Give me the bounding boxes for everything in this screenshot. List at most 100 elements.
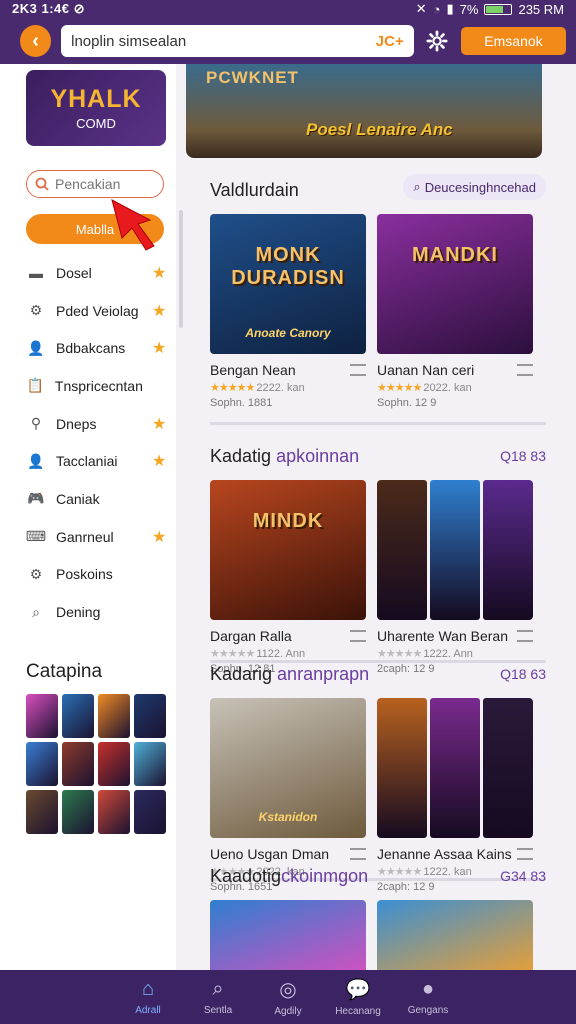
search-icon: ⌕ xyxy=(212,978,224,1000)
rating-text: 2022. kan xyxy=(423,382,472,394)
menu-icon[interactable] xyxy=(517,630,533,642)
game-title-text: Bengan Nean xyxy=(210,362,296,378)
battery-icon xyxy=(484,3,513,15)
nav-item[interactable]: 💬 Hecanang xyxy=(323,970,393,1024)
section-filter-pill[interactable]: ⌕ Deucesinghncehad xyxy=(403,174,546,200)
search-icon: ⌕ xyxy=(32,603,40,620)
game-thumbnail[interactable] xyxy=(377,698,533,838)
game-card[interactable]: MONK DURADISN Anoate Canory Bengan Nean ★★★… xyxy=(210,214,366,409)
sidebar-item-label: Dneps xyxy=(56,415,97,432)
sidebar-item[interactable]: ⌕ Dening xyxy=(26,593,168,631)
sidebar-item[interactable]: ⚙ Pded Veiolag ★ xyxy=(26,292,168,330)
game-subtitle: Sophn. 12 9 xyxy=(377,397,437,409)
game-card[interactable]: MANDKI Uanan Nan ceri ★★★★★ 2022. kan Sophn… xyxy=(377,214,533,409)
star-icon[interactable]: ★ xyxy=(152,338,168,358)
game-title[interactable]: Uharente Wan Beran xyxy=(377,628,533,644)
game-card[interactable]: MINDK Dargan Ralla ★★★★★ 1122. Ann Sophn. 1… xyxy=(210,480,366,675)
thumbnail-panel xyxy=(483,480,533,620)
category-tile[interactable] xyxy=(134,742,166,786)
game-rating: ★★★★★ 2222. kan xyxy=(210,381,366,394)
pin-icon: ⚲ xyxy=(30,415,42,432)
pill-label: Deucesinghncehad xyxy=(424,179,536,195)
game-thumbnail[interactable]: MONK DURADISN Anoate Canory xyxy=(210,214,366,354)
game-thumbnail[interactable] xyxy=(377,900,533,980)
game-title[interactable]: Dargan Ralla xyxy=(210,628,366,644)
game-thumbnail[interactable]: MANDKI xyxy=(377,214,533,354)
sidebar-item[interactable]: 👤 Bdbakcans ★ xyxy=(26,329,168,367)
game-thumbnail[interactable]: Kstanidon xyxy=(210,698,366,838)
star-icon[interactable]: ★ xyxy=(152,414,168,434)
back-button[interactable]: ‹ xyxy=(20,25,52,57)
rating-stars-icon: ★★★★★ xyxy=(377,648,424,660)
address-suffix[interactable]: JC+ xyxy=(376,33,404,50)
game-card[interactable] xyxy=(377,900,533,980)
game-thumbnail[interactable] xyxy=(377,480,533,620)
address-input[interactable] xyxy=(71,32,376,50)
sidebar-menu: ▬ Dosel ★ ⚙ Pded Veiolag ★ 👤 Bdbakcans ★ 📋 Tnspric… xyxy=(26,254,168,631)
nav-item[interactable]: ⌕ Sentla xyxy=(183,970,253,1024)
address-bar[interactable]: JC+ xyxy=(61,25,414,57)
category-tile[interactable] xyxy=(134,694,166,738)
person-icon: 👤 xyxy=(27,339,45,356)
thumbnail-title: MONK DURADISN xyxy=(231,244,345,289)
category-tile[interactable] xyxy=(26,742,58,786)
nav-item[interactable]: ⌂ Adrall xyxy=(113,970,183,1024)
game-card[interactable] xyxy=(210,900,366,980)
star-icon[interactable]: ★ xyxy=(152,451,168,471)
game-card[interactable]: Jenanne Assaa Kains ★★★★★ 1222. kan 2caph:… xyxy=(377,698,533,893)
sidebar-item[interactable]: 📋 Tnspricecntan xyxy=(26,367,168,405)
wifi-icon: ◔ xyxy=(432,1,441,17)
sidebar-item-label: Dosel xyxy=(56,264,92,281)
person-icon: 👤 xyxy=(27,452,45,469)
section-count[interactable]: Q18 63 xyxy=(500,666,546,682)
category-tile[interactable] xyxy=(62,694,94,738)
chat-icon: 💬 xyxy=(345,979,371,1001)
category-tile[interactable] xyxy=(98,790,130,834)
section-count[interactable]: Q18 83 xyxy=(500,448,546,464)
game-title[interactable]: Jenanne Assaa Kains xyxy=(377,846,533,862)
game-title[interactable]: Bengan Nean xyxy=(210,362,366,378)
hero-banner[interactable]: PCWKNET Poesl Lenaire Anc xyxy=(186,64,542,158)
top-action-button[interactable]: Emsanok xyxy=(460,27,566,55)
game-rating: ★★★★★ 2022. kan xyxy=(377,381,533,394)
category-tile[interactable] xyxy=(62,790,94,834)
menu-icon[interactable] xyxy=(350,848,366,860)
nav-item[interactable]: ● Gengans xyxy=(393,970,463,1024)
sidebar-search-input[interactable] xyxy=(55,176,155,192)
game-title[interactable]: Uanan Nan ceri xyxy=(377,362,533,378)
category-tile[interactable] xyxy=(98,694,130,738)
sidebar-item[interactable]: ⚙ Poskoins xyxy=(26,556,168,594)
game-thumbnail[interactable] xyxy=(210,900,366,980)
game-card[interactable]: Kstanidon Ueno Usgan Dman ★★★★★ 2022. kan S… xyxy=(210,698,366,893)
section-count[interactable]: G34 83 xyxy=(500,868,546,884)
category-tile[interactable] xyxy=(26,790,58,834)
sidebar-item[interactable]: ▬ Dosel ★ xyxy=(26,254,168,292)
rating-text: 1222. kan xyxy=(423,866,472,878)
sidebar-item[interactable]: 🎮 Caniak xyxy=(26,480,168,518)
game-title[interactable]: Ueno Usgan Dman xyxy=(210,846,366,862)
category-tile[interactable] xyxy=(26,694,58,738)
category-tile[interactable] xyxy=(62,742,94,786)
star-icon[interactable]: ★ xyxy=(152,527,168,547)
sidebar-item-label: Pded Veiolag xyxy=(56,302,139,319)
sidebar-item[interactable]: ⚲ Dneps ★ xyxy=(26,405,168,443)
gear-icon: ⚙ xyxy=(29,302,43,319)
game-thumbnail[interactable]: MINDK xyxy=(210,480,366,620)
game-card[interactable]: Uharente Wan Beran ★★★★★ 1222. Ann 2caph: … xyxy=(377,480,533,675)
sidebar-item[interactable]: ⌨ Ganrneul ★ xyxy=(26,518,168,556)
category-tile[interactable] xyxy=(98,742,130,786)
star-icon[interactable]: ★ xyxy=(152,301,168,321)
section-title-accent: ckoinmgon xyxy=(281,866,369,886)
nav-item[interactable]: ◎ Agdily xyxy=(253,970,323,1024)
sidebar-search[interactable] xyxy=(26,170,164,198)
menu-icon[interactable] xyxy=(517,364,533,376)
menu-icon[interactable] xyxy=(350,630,366,642)
sidebar-item[interactable]: 👤 Tacclaniai ★ xyxy=(26,442,168,480)
star-icon[interactable]: ★ xyxy=(152,263,168,283)
sidebar-scrollbar[interactable] xyxy=(179,210,183,328)
category-tile[interactable] xyxy=(134,790,166,834)
menu-icon[interactable] xyxy=(350,364,366,376)
settings-button[interactable] xyxy=(424,27,451,55)
menu-icon[interactable] xyxy=(517,848,533,860)
app-logo[interactable]: YHALK COMD xyxy=(26,70,166,146)
